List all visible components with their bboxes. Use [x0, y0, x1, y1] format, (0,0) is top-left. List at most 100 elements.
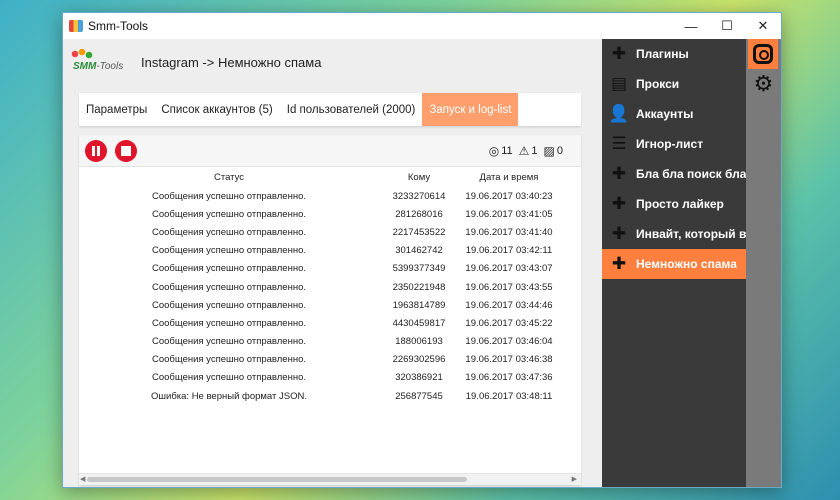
sidebar-item[interactable]: ✚ Плагины [602, 39, 746, 69]
sidebar-item-label: Инвайт, который в [636, 227, 746, 241]
run-toolbar: ◎ 11 ⚠ 1 ▨ 0 [79, 135, 581, 167]
app-window: Smm-Tools — ☐ ✕ SMM-Tools Instagram -> Н… [62, 12, 782, 488]
sidebar-item-label: Просто лайкер [636, 197, 724, 211]
check-target-icon: ◎ [488, 143, 500, 158]
table-row[interactable]: Сообщения успешно отправленно. 2217453522… [79, 223, 559, 241]
sidebar-item[interactable]: ✚ Инвайт, который в [602, 219, 746, 249]
table-row[interactable]: Сообщения успешно отправленно. 3233270614… [79, 187, 559, 205]
column-header-status[interactable]: Статус [79, 167, 379, 187]
breadcrumb: Instagram -> Немножно спама [141, 54, 322, 70]
plugin-sidebar: ✚ Плагины ▤ Прокси 👤 Аккаунты ☰ Игнор-лист ✚ Бла … [602, 39, 746, 487]
table-header-row: Статус Кому Дата и время [79, 167, 559, 187]
server-icon: ▤ [610, 74, 628, 93]
logo-subtext: -Tools [96, 61, 124, 72]
recipient-cell: 2350221948 [392, 281, 446, 293]
puzzle-icon: ✚ [611, 164, 627, 183]
column-header-datetime[interactable]: Дата и время [459, 167, 559, 187]
scrollbar-thumb[interactable] [87, 477, 467, 482]
datetime-cell: 19.06.2017 03:43:55 [465, 281, 553, 293]
recipient-cell: 2269302596 [392, 354, 446, 366]
table-row[interactable]: Сообщения успешно отправленно. 301462742 1… [79, 242, 559, 260]
sidebar-item-label: Игнор-лист [636, 137, 704, 151]
table-row[interactable]: Сообщения успешно отправленно. 2269302596… [79, 351, 559, 369]
sidebar-item-label: Аккаунты [636, 107, 694, 121]
image-icon: ▨ [543, 143, 555, 158]
table-row[interactable]: Сообщения успешно отправленно. 320386921 1… [79, 369, 559, 387]
sidebar-item-label: Немножно спама [636, 257, 737, 271]
maximize-button[interactable]: ☐ [709, 13, 745, 39]
sidebar-item[interactable]: ✚ Просто лайкер [602, 189, 746, 219]
table-row[interactable]: Сообщения успешно отправленно. 188006193 1… [79, 333, 559, 351]
list-icon: ☰ [611, 134, 627, 153]
recipient-cell: 301462742 [395, 245, 443, 257]
scroll-left-arrow-icon[interactable]: ◀ [80, 475, 85, 483]
log-panel: ◎ 11 ⚠ 1 ▨ 0 Статус Кому Дата и время Со… [79, 135, 581, 485]
datetime-cell: 19.06.2017 03:44:46 [465, 299, 553, 311]
user-add-icon: 👤 [608, 104, 630, 123]
recipient-cell: 188006193 [395, 336, 443, 348]
sidebar-item-label: Плагины [636, 47, 689, 61]
recipient-cell: 1963814789 [392, 299, 446, 311]
status-cell: Сообщения успешно отправленно. [151, 372, 307, 384]
status-cell: Сообщения успешно отправленно. [151, 190, 307, 202]
datetime-cell: 19.06.2017 03:48:11 [465, 390, 553, 402]
tab-user-ids[interactable]: Id пользователей (2000) [280, 93, 423, 126]
title-bar: Smm-Tools — ☐ ✕ [63, 13, 781, 39]
status-cell: Сообщения успешно отправленно. [151, 299, 307, 311]
log-table: Статус Кому Дата и время Сообщения успеш… [79, 167, 559, 405]
smm-tools-logo: SMM-Tools [69, 47, 131, 77]
datetime-cell: 19.06.2017 03:46:04 [465, 336, 553, 348]
status-cell: Ошибка: Не верный формат JSON. [151, 390, 307, 402]
table-row[interactable]: Сообщения успешно отправленно. 281268016 1… [79, 205, 559, 223]
gear-icon[interactable]: ⚙ [746, 69, 781, 99]
puzzle-icon: ✚ [611, 44, 627, 63]
success-count: 11 [501, 144, 513, 157]
puzzle-icon: ✚ [611, 224, 627, 243]
minimize-button[interactable]: — [673, 13, 709, 39]
sidebar-item[interactable]: ▤ Прокси [602, 69, 746, 99]
status-cell: Сообщения успешно отправленно. [151, 354, 307, 366]
column-header-recipient[interactable]: Кому [379, 167, 459, 187]
instagram-icon [753, 44, 773, 64]
puzzle-icon: ✚ [611, 254, 627, 273]
table-row[interactable]: Сообщения успешно отправленно. 1963814789… [79, 296, 559, 314]
tab-parameters[interactable]: Параметры [79, 93, 154, 126]
sidebar-item[interactable]: ✚ Немножно спама [602, 249, 746, 279]
scroll-right-arrow-icon[interactable]: ▶ [572, 475, 577, 483]
tab-accounts-list[interactable]: Список аккаунтов (5) [154, 93, 279, 126]
recipient-cell: 4430459817 [392, 317, 446, 329]
datetime-cell: 19.06.2017 03:45:22 [465, 317, 553, 329]
status-cell: Сообщения успешно отправленно. [151, 208, 307, 220]
app-icon [69, 20, 83, 32]
run-stats: ◎ 11 ⚠ 1 ▨ 0 [483, 144, 563, 158]
header: SMM-Tools Instagram -> Немножно спама [63, 39, 602, 85]
tab-run-log[interactable]: Запуск и log-list [422, 93, 519, 126]
table-row[interactable]: Сообщения успешно отправленно. 5399377349… [79, 260, 559, 278]
instagram-button[interactable] [748, 39, 778, 69]
table-row[interactable]: Сообщения успешно отправленно. 2350221948… [79, 278, 559, 296]
horizontal-scrollbar[interactable]: ◀ ▶ [79, 473, 581, 485]
datetime-cell: 19.06.2017 03:42:11 [465, 245, 553, 257]
datetime-cell: 19.06.2017 03:40:23 [465, 190, 553, 202]
sidebar-item[interactable]: 👤 Аккаунты [602, 99, 746, 129]
status-cell: Сообщения успешно отправленно. [151, 263, 307, 275]
close-button[interactable]: ✕ [745, 13, 781, 39]
sidebar-item[interactable]: ✚ Бла бла поиск бла [602, 159, 746, 189]
status-cell: Сообщения успешно отправленно. [151, 226, 307, 238]
table-row[interactable]: Сообщения успешно отправленно. 4430459817… [79, 314, 559, 332]
datetime-cell: 19.06.2017 03:43:07 [465, 263, 553, 275]
pause-button[interactable] [85, 139, 107, 162]
sidebar-item[interactable]: ☰ Игнор-лист [602, 129, 746, 159]
log-table-body: Сообщения успешно отправленно. 3233270614… [79, 187, 559, 405]
sidebar-item-label: Бла бла поиск бла [636, 167, 746, 181]
recipient-cell: 3233270614 [392, 190, 446, 202]
logo-dots-icon [71, 49, 93, 59]
warning-count: 1 [531, 144, 538, 157]
status-cell: Сообщения успешно отправленно. [151, 281, 307, 293]
logo-text: SMM [73, 61, 97, 72]
main-area: SMM-Tools Instagram -> Немножно спама Па… [63, 39, 602, 487]
datetime-cell: 19.06.2017 03:41:40 [465, 226, 553, 238]
datetime-cell: 19.06.2017 03:47:36 [465, 372, 553, 384]
stop-button[interactable] [115, 139, 137, 162]
table-row[interactable]: Ошибка: Не верный формат JSON. 256877545 1… [79, 387, 559, 405]
